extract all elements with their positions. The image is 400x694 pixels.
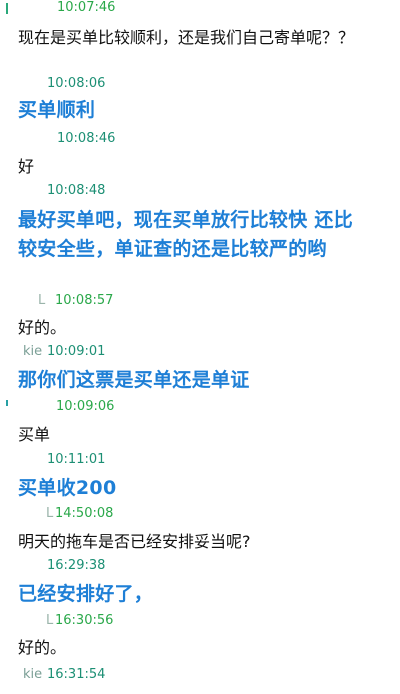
- timestamp: 10:08:06: [47, 76, 106, 91]
- message-meta: 10:07:46: [0, 0, 400, 16]
- message-body: 好: [18, 157, 35, 176]
- message-meta: kie 10:09:01: [0, 344, 400, 360]
- message-meta: 10:08:48: [0, 183, 400, 199]
- message-body: 好的。: [18, 318, 67, 337]
- message-text: 最好买单吧，现在买单放行比较快 还比较安全些，单证查的还是比较严的哟: [18, 206, 370, 293]
- sender-name: L: [38, 293, 46, 308]
- message-meta: 10:08:46: [0, 131, 400, 147]
- timestamp: 10:07:46: [57, 0, 116, 15]
- message-meta: 16:29:38: [0, 558, 400, 574]
- timestamp: 10:08:57: [55, 293, 114, 308]
- message-text: 买单收200: [18, 474, 388, 503]
- timestamp: 10:09:01: [47, 344, 106, 359]
- message-text: 好的。: [18, 637, 388, 659]
- timestamp: 16:29:38: [47, 558, 106, 573]
- message-text: 好: [18, 156, 388, 178]
- timestamp: 10:11:01: [47, 452, 106, 467]
- timestamp: 10:09:06: [56, 399, 115, 414]
- timestamp: 10:08:48: [47, 183, 106, 198]
- sender-name: kie: [23, 344, 43, 359]
- message-text: 已经安排好了，: [18, 580, 388, 609]
- sender-name: L: [46, 506, 54, 521]
- message-body: 好的。: [18, 638, 67, 657]
- message-meta: kie 16:31:54: [0, 667, 400, 683]
- message-meta: L 10:08:57: [0, 293, 400, 309]
- message-body: 现在是买单比较顺利，还是我们自己寄单呢？？: [18, 28, 355, 47]
- message-text: 买单: [18, 424, 388, 446]
- message-meta: 10:11:01: [0, 452, 400, 468]
- message-body: 买单顺利: [18, 99, 96, 121]
- message-text: 好的。: [18, 317, 388, 339]
- message-text: 那你们这票是买单还是单证: [18, 366, 388, 395]
- timestamp: 14:50:08: [55, 506, 114, 521]
- message-meta: L 16:30:56: [0, 613, 400, 629]
- message-text: 买单顺利: [18, 96, 388, 125]
- message-text: 现在是买单比较顺利，还是我们自己寄单呢？？: [18, 27, 388, 71]
- message-body: 那你们这票是买单还是单证: [18, 369, 250, 391]
- chat-history: 10:07:46 现在是买单比较顺利，还是我们自己寄单呢？？ 10:08:06 …: [0, 0, 400, 694]
- timestamp: 10:08:46: [57, 131, 116, 146]
- message-text: 明天的拖车是否已经安排妥当呢?: [18, 531, 388, 553]
- sender-name: kie: [23, 667, 43, 682]
- message-body: 明天的拖车是否已经安排妥当呢?: [18, 532, 251, 551]
- message-body: 已经安排好了，: [18, 583, 154, 605]
- sender-name: L: [46, 613, 54, 628]
- message-meta: 10:08:06: [0, 76, 400, 92]
- message-body: 买单: [18, 425, 51, 444]
- message-meta: L 14:50:08: [0, 506, 400, 522]
- timestamp: 16:31:54: [47, 667, 106, 682]
- message-body: 最好买单吧，现在买单放行比较快 还比较安全些，单证查的还是比较严的哟: [18, 209, 354, 260]
- message-body: 买单收200: [18, 477, 117, 499]
- timestamp: 16:30:56: [55, 613, 114, 628]
- message-meta: 10:09:06: [0, 399, 400, 415]
